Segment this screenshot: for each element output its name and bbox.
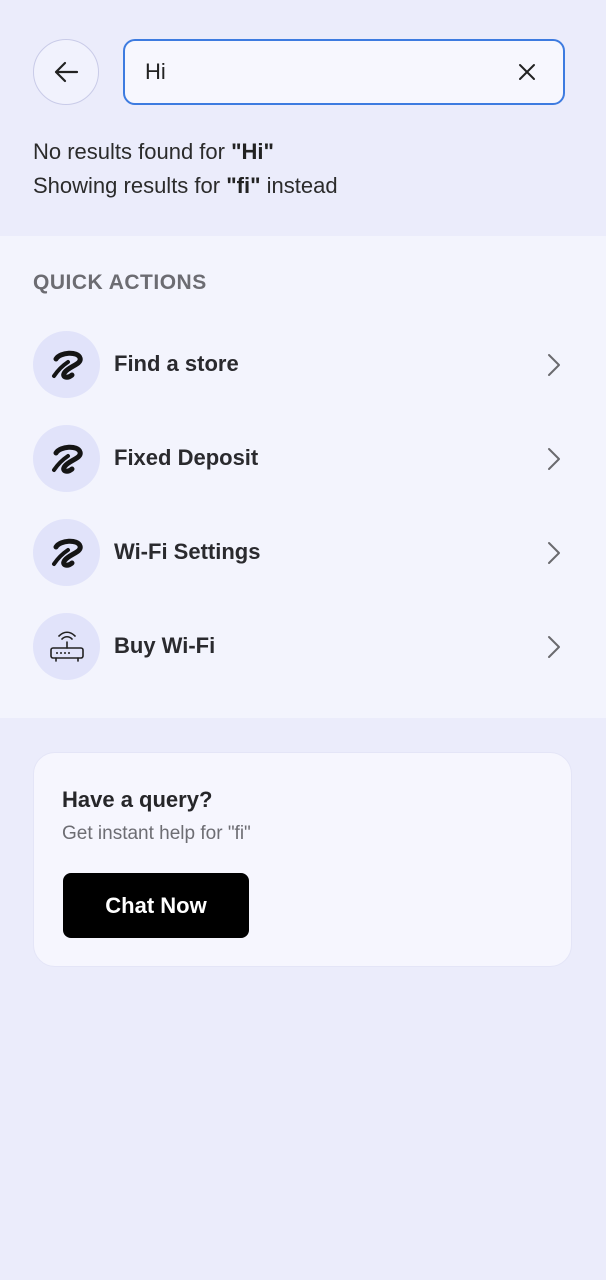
showing-results-message: Showing results for "fi" instead: [33, 173, 338, 199]
airtel-logo-icon: [33, 425, 100, 492]
search-input[interactable]: [145, 41, 485, 103]
no-results-message: No results found for "Hi": [33, 139, 274, 165]
close-icon: [519, 64, 535, 80]
chevron-right-icon: [548, 448, 560, 470]
arrow-left-icon: [54, 61, 79, 83]
showing-results-suffix: instead: [260, 173, 338, 198]
quick-actions-section: QUICK ACTIONS Find a store Fixed Deposit: [0, 236, 606, 718]
search-header: No results found for "Hi" Showing result…: [0, 0, 606, 236]
chevron-right-icon: [548, 636, 560, 658]
wifi-router-icon: [33, 613, 100, 680]
quick-action-label: Wi-Fi Settings: [114, 539, 261, 564]
quick-action-wifi-settings[interactable]: Wi-Fi Settings: [33, 519, 573, 587]
query-card-title: Have a query?: [62, 787, 213, 812]
showing-results-query: "fi": [226, 173, 261, 198]
no-results-query: "Hi": [231, 139, 274, 164]
no-results-text: No results found for: [33, 139, 232, 164]
quick-action-find-store[interactable]: Find a store: [33, 331, 573, 399]
airtel-logo-icon: [33, 331, 100, 398]
chat-now-button[interactable]: Chat Now: [63, 873, 249, 938]
airtel-logo-icon: [33, 519, 100, 586]
quick-action-label: Fixed Deposit: [114, 445, 259, 470]
quick-actions-title: QUICK ACTIONS: [33, 271, 207, 294]
chevron-right-icon: [548, 354, 560, 376]
quick-action-fixed-deposit[interactable]: Fixed Deposit: [33, 425, 573, 493]
quick-action-buy-wifi[interactable]: Buy Wi-Fi: [33, 613, 573, 681]
search-box[interactable]: [123, 39, 565, 105]
showing-results-text: Showing results for: [33, 173, 227, 198]
query-card-subtitle: Get instant help for "fi": [62, 823, 251, 844]
query-card: Have a query? Get instant help for "fi" …: [33, 752, 572, 967]
quick-action-label: Buy Wi-Fi: [114, 633, 216, 658]
clear-search-button[interactable]: [515, 60, 539, 84]
chevron-right-icon: [548, 542, 560, 564]
quick-action-label: Find a store: [114, 351, 239, 376]
back-button[interactable]: [33, 39, 99, 105]
